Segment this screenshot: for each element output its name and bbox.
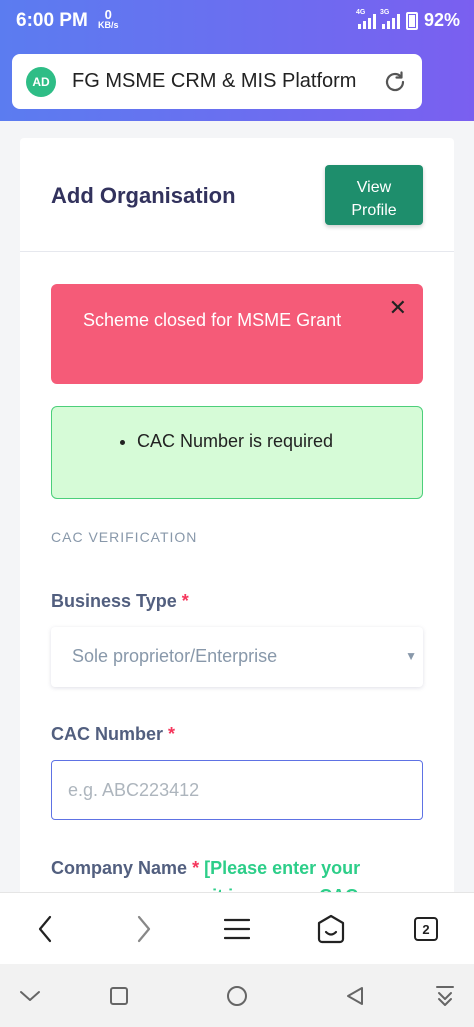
page-title[interactable]: FG MSME CRM & MIS Platform <box>72 70 382 93</box>
battery-icon <box>405 11 418 30</box>
cac-number-label-text: CAC Number <box>51 724 164 744</box>
view-profile-button[interactable]: View Profile <box>325 165 423 225</box>
close-icon[interactable]: ✕ <box>389 294 407 322</box>
chevron-right-icon[interactable] <box>126 911 162 947</box>
company-name-label-text: Company Name <box>51 858 188 878</box>
tab-count: 2 <box>414 917 438 941</box>
system-nav-bar <box>0 964 474 1027</box>
signal-4g-icon: 4G <box>356 9 376 29</box>
tabs-button[interactable]: 2 <box>408 911 444 947</box>
caret-down-icon: ▼ <box>405 649 417 663</box>
chevron-down-icon[interactable] <box>18 984 42 1008</box>
cac-number-input[interactable] <box>51 760 423 820</box>
card-title: Add Organisation <box>51 183 236 208</box>
view-profile-line2: Profile <box>351 201 397 219</box>
circle-icon[interactable] <box>225 984 249 1008</box>
signal-3g-icon: 3G <box>380 9 400 29</box>
business-type-label: Business Type * <box>51 591 189 612</box>
download-icon[interactable] <box>433 984 457 1008</box>
validation-item: CAC Number is required <box>137 431 333 452</box>
status-bar: 6:00 PM 0 KB/s 4G 3G 92% <box>0 0 474 44</box>
address-bar[interactable]: AD FG MSME CRM & MIS Platform <box>12 54 422 109</box>
status-indicators: 4G 3G 92% <box>356 9 460 31</box>
form-card: Add Organisation View Profile Scheme clo… <box>20 138 454 898</box>
required-mark: * <box>181 591 189 611</box>
home-icon[interactable] <box>313 911 349 947</box>
card-header: Add Organisation View Profile <box>20 138 454 252</box>
reload-icon[interactable] <box>382 69 408 95</box>
hamburger-icon[interactable] <box>219 911 255 947</box>
danger-alert-text: Scheme closed for MSME Grant <box>83 310 342 330</box>
section-title: CAC VERIFICATION <box>51 529 198 545</box>
square-icon[interactable] <box>107 984 131 1008</box>
business-type-value: Sole proprietor/Enterprise <box>72 646 278 666</box>
battery-percent: 92% <box>423 10 460 30</box>
business-type-label-text: Business Type <box>51 591 177 611</box>
validation-alert: CAC Number is required <box>51 406 423 499</box>
business-type-select[interactable]: Sole proprietor/Enterprise ▼ <box>51 627 423 687</box>
view-profile-line1: View <box>356 178 392 196</box>
required-mark: * <box>168 724 176 744</box>
speed-value: 0 <box>104 7 112 22</box>
site-logo: AD <box>26 66 56 97</box>
network-4g-label: 4G <box>355 8 366 16</box>
validation-list: CAC Number is required <box>137 431 333 452</box>
status-time: 6:00 PM <box>16 10 88 31</box>
required-mark: * <box>192 858 200 878</box>
speed-unit: KB/s <box>98 20 119 30</box>
network-3g-label: 3G <box>379 8 390 16</box>
chevron-left-icon[interactable] <box>27 911 63 947</box>
browser-toolbar: 2 <box>0 892 474 964</box>
cac-number-label: CAC Number * <box>51 724 175 745</box>
network-speed: 0 KB/s <box>98 7 119 30</box>
danger-alert: Scheme closed for MSME Grant ✕ <box>51 284 423 384</box>
triangle-back-icon[interactable] <box>343 984 367 1008</box>
